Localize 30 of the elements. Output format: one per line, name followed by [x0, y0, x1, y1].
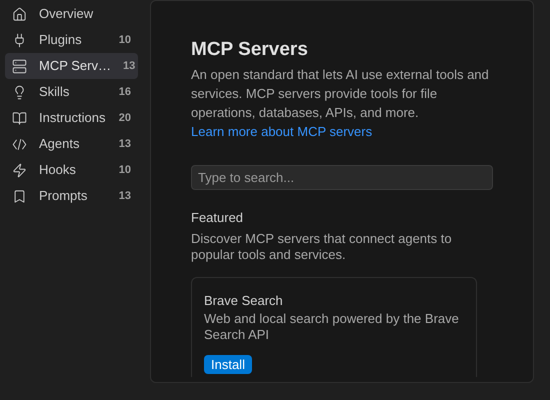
sidebar-item[interactable]: Hooks 10	[5, 157, 138, 183]
learn-more-link[interactable]: Learn more about MCP servers	[191, 122, 372, 141]
lightning-icon	[12, 162, 27, 178]
search-field[interactable]: Type to search...	[191, 165, 493, 190]
server-icon	[12, 58, 27, 74]
item-count: 13	[118, 188, 131, 204]
home-icon	[12, 6, 27, 22]
item-count: 20	[118, 110, 131, 126]
item-count: 13	[123, 58, 136, 74]
item-count: 16	[118, 84, 131, 100]
item-count: 10	[118, 32, 131, 48]
sidebar-item[interactable]: MCP Serv… 13	[5, 53, 138, 79]
item-count: 13	[118, 136, 131, 152]
book-icon	[12, 110, 27, 126]
sidebar-item[interactable]: Overview	[5, 1, 138, 27]
page-title: MCP Servers	[191, 38, 309, 62]
code-icon	[12, 136, 27, 152]
sidebar-item[interactable]: Plugins 10	[5, 27, 138, 53]
server-description: Web and local search powered by the Brave Search API	[204, 311, 460, 343]
item-count: 10	[118, 162, 131, 178]
section-title: Featured	[191, 209, 244, 227]
bookmark-icon	[12, 188, 27, 204]
page-description: An open standard that lets AI use external tools and services. MCP servers provide tools for file operations, databases, APIs, and more.	[191, 66, 490, 122]
server-name: Brave Search	[204, 292, 284, 310]
sidebar-item[interactable]: Skills 16	[5, 79, 138, 105]
section-description: Discover MCP servers that connect agents to popular tools and services.	[191, 230, 453, 262]
sidebar-item[interactable]: Instructions 20	[5, 105, 138, 131]
sidebar-item[interactable]: Agents 13	[5, 131, 138, 157]
install-button[interactable]: Install	[204, 355, 252, 374]
sidebar-item[interactable]: Prompts 13	[5, 183, 138, 209]
